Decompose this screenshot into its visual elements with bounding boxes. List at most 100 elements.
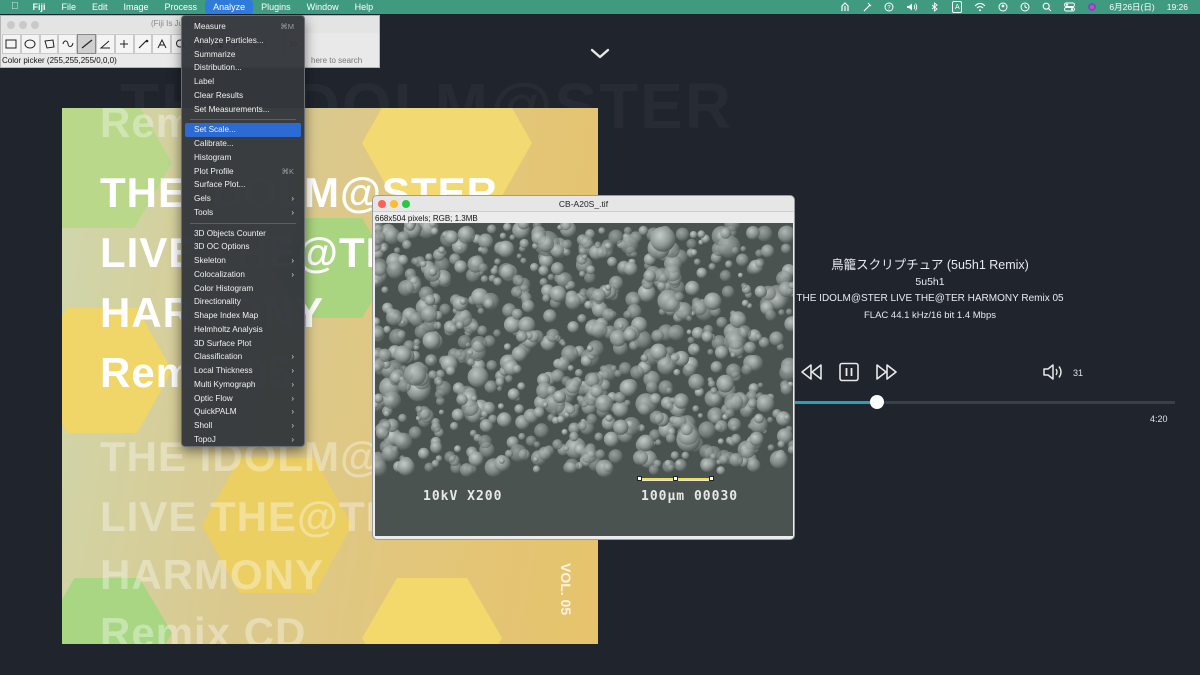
line-handle-mid[interactable] (673, 476, 678, 481)
line-handle-end[interactable] (709, 476, 714, 481)
siri-icon[interactable] (1087, 1, 1097, 13)
menu-item-tools[interactable]: Tools › (185, 206, 301, 220)
menu-item-label[interactable]: Label (185, 75, 301, 89)
menu-item-label: Clear Results (194, 90, 244, 100)
menu-item-label: Calibrate... (194, 139, 234, 148)
status-area: ? A 6月26日(日) 19:26 (840, 0, 1188, 14)
progress-knob[interactable] (870, 395, 885, 409)
zoom-button[interactable] (31, 21, 39, 29)
menu-item-analyze-particles[interactable]: Analyze Particles... (185, 34, 301, 48)
volume-icon[interactable] (1042, 362, 1066, 382)
control-center-icon[interactable] (1064, 1, 1076, 13)
menu-item-label: Shape Index Map (194, 311, 259, 320)
sem-image[interactable]: 10kV X200 100μm 00030 (375, 223, 793, 536)
menu-item-skeleton[interactable]: Skeleton › (185, 254, 301, 268)
menu-item-shape-index-map[interactable]: Shape Index Map (185, 309, 301, 323)
menu-item-local-thickness[interactable]: Local Thickness › (185, 364, 301, 378)
volume-value: 31 (1073, 368, 1084, 378)
wand-icon[interactable] (862, 1, 872, 13)
menu-item-topoj[interactable]: TopoJ › (185, 433, 301, 447)
status-text: Color picker (255,255,255/0,0,0) (2, 56, 117, 65)
menu-item-multi-kymograph[interactable]: Multi Kymograph › (185, 378, 301, 392)
menu-image[interactable]: Image (116, 0, 157, 14)
image-title: CB-A20S_.tif (558, 199, 609, 209)
next-track-icon[interactable] (874, 362, 898, 382)
menu-window[interactable]: Window (299, 0, 347, 14)
menu-item-clear-results[interactable]: Clear Results (185, 89, 301, 103)
input-a-icon[interactable]: A (952, 1, 963, 13)
menu-item-classification[interactable]: Classification › (185, 350, 301, 364)
menu-item-label: QuickPALM (194, 407, 237, 417)
wand-tool-icon[interactable] (133, 34, 153, 54)
search-hint[interactable]: here to search (311, 56, 362, 65)
submenu-arrow-icon: › (291, 393, 294, 403)
fan-icon[interactable] (840, 1, 850, 13)
menubar-date[interactable]: 6月26日(日) (1109, 1, 1154, 13)
point-tool-icon[interactable] (114, 34, 134, 54)
user-icon[interactable] (998, 1, 1008, 13)
progress-fill (793, 401, 878, 404)
close-button[interactable] (7, 21, 15, 29)
menu-item-surface-plot[interactable]: Surface Plot... (185, 178, 301, 192)
menu-plugins[interactable]: Plugins (253, 0, 299, 14)
menu-item-label: Set Measurements... (194, 104, 270, 114)
menu-item-distribution[interactable]: Distribution... (185, 61, 301, 75)
collapse-chevron-icon[interactable] (588, 44, 612, 64)
rectangle-tool-icon[interactable] (2, 34, 21, 54)
menu-item-3d-oc-options[interactable]: 3D OC Options (185, 240, 301, 254)
menu-process[interactable]: Process (157, 0, 206, 14)
menu-app-name[interactable]: Fiji (25, 0, 54, 14)
previous-track-icon[interactable] (800, 362, 824, 382)
menu-item-label: Tools (194, 207, 214, 217)
apple-icon[interactable]:  (0, 0, 25, 14)
menubar-time[interactable]: 19:26 (1167, 1, 1188, 13)
menu-item-gels[interactable]: Gels › (185, 192, 301, 206)
menu-item-quickpalm[interactable]: QuickPALM › (185, 405, 301, 419)
image-info: 668x504 pixels; RGB; 1.3MB (375, 214, 478, 223)
wifi-icon[interactable] (974, 1, 986, 13)
menu-item-set-scale[interactable]: Set Scale... (185, 123, 301, 137)
submenu-arrow-icon: › (291, 352, 294, 362)
line-tool-icon[interactable] (77, 34, 96, 54)
line-handle-start[interactable] (637, 476, 642, 481)
menu-edit[interactable]: Edit (84, 0, 116, 14)
text-tool-icon[interactable] (152, 34, 172, 54)
angle-tool-icon[interactable] (95, 34, 115, 54)
menu-item-label: Label (194, 77, 215, 86)
menu-analyze[interactable]: Analyze (205, 0, 254, 14)
menu-item-sholl[interactable]: Sholl › (185, 419, 301, 433)
menu-help[interactable]: Help (347, 0, 382, 14)
menu-item-plot-profile[interactable]: Plot Profile ⌘K (185, 165, 301, 179)
menu-item-color-histogram[interactable]: Color Histogram (185, 282, 301, 296)
volume-icon[interactable] (906, 1, 918, 13)
image-titlebar[interactable]: CB-A20S_.tif (373, 196, 794, 212)
clock-history-icon[interactable] (1020, 1, 1030, 13)
help-circle-icon[interactable]: ? (884, 1, 894, 13)
menu-item-set-measurements[interactable]: Set Measurements... (185, 103, 301, 117)
oval-tool-icon[interactable] (20, 34, 40, 54)
menu-item-helmholtz-analysis[interactable]: Helmholtz Analysis (185, 323, 301, 337)
menu-file[interactable]: File (54, 0, 85, 14)
measurement-line[interactable] (637, 476, 714, 481)
menu-item-label: 3D Surface Plot (194, 338, 252, 348)
menu-item-colocalization[interactable]: Colocalization › (185, 268, 301, 282)
bluetooth-icon[interactable] (930, 1, 940, 13)
menu-item-measure[interactable]: Measure ⌘M (185, 20, 301, 34)
submenu-arrow-icon: › (291, 194, 294, 203)
progress-slider[interactable] (793, 395, 1175, 409)
menu-separator (190, 119, 296, 121)
menu-item-3d-surface-plot[interactable]: 3D Surface Plot (185, 337, 301, 351)
freehand-tool-icon[interactable] (58, 34, 78, 54)
polygon-tool-icon[interactable] (39, 34, 59, 54)
menu-item-optic-flow[interactable]: Optic Flow › (185, 392, 301, 406)
menu-item-label: Histogram (194, 152, 232, 162)
minimize-button[interactable] (19, 21, 27, 29)
menu-item-3d-objects-counter[interactable]: 3D Objects Counter (185, 227, 301, 241)
menu-item-calibrate[interactable]: Calibrate... (185, 137, 301, 151)
pause-icon[interactable] (838, 362, 860, 382)
submenu-arrow-icon: › (291, 379, 294, 389)
search-icon[interactable] (1042, 1, 1052, 13)
menu-item-directionality[interactable]: Directionality (185, 295, 301, 309)
menu-item-histogram[interactable]: Histogram (185, 151, 301, 165)
menu-item-summarize[interactable]: Summarize (185, 48, 301, 62)
